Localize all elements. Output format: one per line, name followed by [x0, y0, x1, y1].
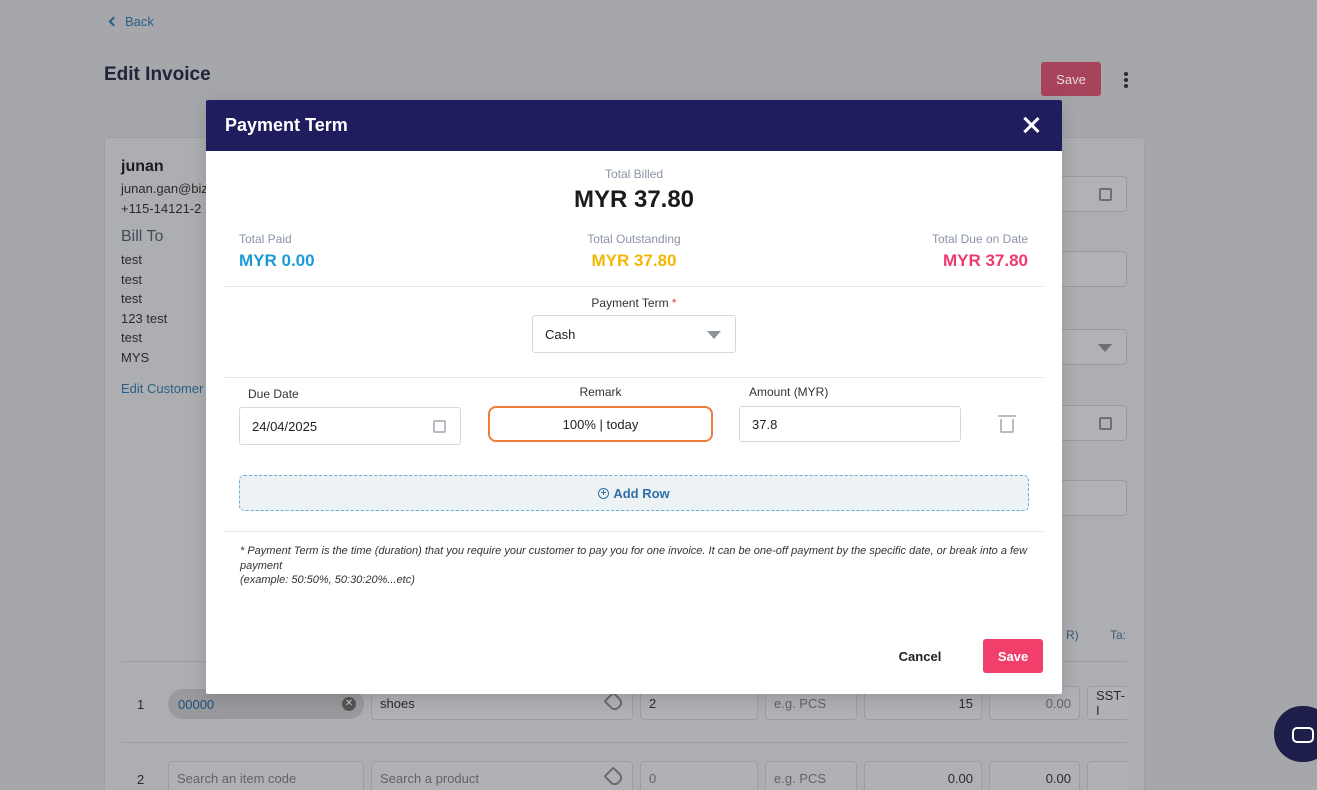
- invoice-date-field[interactable]: [1058, 176, 1127, 212]
- divider: [225, 377, 1043, 378]
- back-label: Back: [125, 14, 154, 29]
- cancel-button[interactable]: Cancel: [892, 640, 948, 672]
- add-row-label: Add Row: [613, 485, 670, 501]
- total-due-value: MYR 37.80: [942, 251, 1028, 270]
- due-date-field[interactable]: [1058, 405, 1127, 441]
- tax-select[interactable]: [1087, 761, 1127, 790]
- price-input[interactable]: 0.00: [864, 761, 982, 790]
- quantity-input[interactable]: 0: [640, 761, 758, 790]
- total-outstanding-value: MYR 37.80: [591, 251, 677, 270]
- trash-icon[interactable]: [998, 415, 1016, 433]
- row-number: 1: [137, 697, 145, 712]
- tag-icon: [603, 691, 625, 713]
- discount-input[interactable]: 0.00: [989, 761, 1080, 790]
- payment-term-note: * Payment Term is the time (duration) th…: [240, 544, 1030, 588]
- uom-input[interactable]: e.g. PCS: [765, 761, 857, 790]
- remark-input[interactable]: 100% | today: [488, 406, 713, 442]
- chat-icon: [1292, 727, 1314, 743]
- modal-title: Payment Term: [225, 115, 348, 135]
- add-row-button[interactable]: Add Row: [239, 475, 1029, 511]
- column-header-tax: Ta:: [1110, 628, 1127, 642]
- bill-to-label: Bill To: [121, 228, 164, 245]
- invoice-save-button[interactable]: Save: [1041, 62, 1101, 96]
- payment-term-select[interactable]: Cash: [532, 315, 736, 353]
- calendar-icon: [1099, 188, 1112, 201]
- payment-term-modal: Payment Term Total Billed MYR 37.80 Tota…: [206, 100, 1062, 694]
- clear-icon[interactable]: ✕: [342, 697, 356, 711]
- total-billed-label: Total Billed: [604, 167, 664, 181]
- address-line: test: [121, 272, 142, 287]
- due-date-input[interactable]: 24/04/2025: [239, 407, 461, 445]
- note-example: (example: 50:50%, 50:30:20%...etc): [240, 574, 415, 586]
- payment-term-value: Cash: [545, 326, 576, 342]
- chevron-left-icon: [108, 16, 119, 27]
- plus-circle-icon: [598, 487, 610, 499]
- item-code-value: 00000: [178, 696, 215, 712]
- tax-select[interactable]: SST-I: [1087, 686, 1127, 720]
- remark-label: Remark: [579, 385, 622, 399]
- tag-icon: [603, 766, 625, 788]
- address-line: test: [121, 291, 142, 306]
- required-asterisk: *: [671, 296, 677, 310]
- customer-email: junan.gan@biz: [121, 181, 208, 196]
- back-link[interactable]: Back: [108, 14, 154, 29]
- address-line: 123 test: [121, 311, 168, 326]
- payment-term-label: Payment Term *: [206, 296, 1062, 310]
- divider: [225, 286, 1043, 287]
- payment-term-label-text: Payment Term: [591, 296, 669, 310]
- close-icon[interactable]: [1020, 114, 1042, 136]
- due-date-label: Due Date: [248, 387, 299, 401]
- calendar-icon[interactable]: [433, 420, 446, 433]
- page-title: Edit Invoice: [104, 64, 211, 85]
- due-date-value: 24/04/2025: [252, 418, 318, 434]
- dropdown-caret-icon: [707, 331, 721, 339]
- extra-field[interactable]: [1058, 480, 1127, 516]
- row-number: 2: [137, 772, 145, 787]
- product-value: shoes: [380, 695, 415, 711]
- product-placeholder: Search a product: [380, 770, 480, 786]
- address-line: test: [121, 330, 142, 345]
- customer-phone: +115-14121-2: [121, 201, 202, 216]
- note-line: * Payment Term is the time (duration) th…: [240, 545, 1028, 572]
- item-code-input[interactable]: Search an item code: [168, 761, 364, 790]
- divider: [225, 531, 1043, 532]
- address-line: test: [121, 252, 142, 267]
- edit-customer-link[interactable]: Edit Customer: [121, 381, 203, 396]
- currency-select[interactable]: [1058, 329, 1127, 365]
- calendar-icon: [1099, 417, 1112, 430]
- column-header-fragment: R): [1066, 628, 1079, 642]
- total-billed-value: MYR 37.80: [573, 186, 695, 213]
- dropdown-caret-icon: [1098, 344, 1112, 352]
- product-input[interactable]: Search a product: [371, 761, 633, 790]
- save-button[interactable]: Save: [983, 639, 1043, 673]
- amount-input[interactable]: 37.8: [739, 406, 961, 442]
- kebab-menu-icon[interactable]: [1118, 70, 1134, 90]
- address-line: MYS: [121, 350, 150, 365]
- total-due-label: Total Due on Date: [931, 232, 1028, 246]
- divider: [122, 742, 1127, 743]
- reference-field[interactable]: [1058, 251, 1127, 287]
- chat-button[interactable]: [1274, 706, 1317, 762]
- customer-name: junan: [121, 158, 164, 175]
- amount-label: Amount (MYR): [749, 385, 829, 399]
- modal-header: Payment Term: [206, 100, 1062, 151]
